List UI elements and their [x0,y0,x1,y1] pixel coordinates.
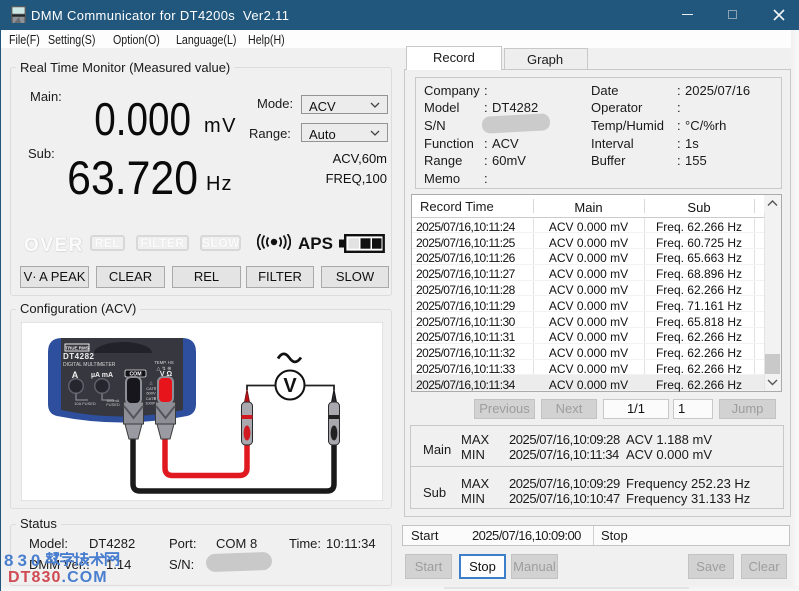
svg-text:V: V [283,375,297,397]
svg-text:600V: 600V [146,391,156,396]
svg-text:10A FUSED: 10A FUSED [74,401,96,406]
svg-text:FUSED: FUSED [106,402,120,407]
svg-text:TEMP. HS: TEMP. HS [154,360,173,365]
svg-text:TRUE RMS: TRUE RMS [65,346,89,351]
svg-text:DIGITAL MULTIMETER: DIGITAL MULTIMETER [63,362,116,368]
svg-text:DT4282: DT4282 [63,352,95,361]
